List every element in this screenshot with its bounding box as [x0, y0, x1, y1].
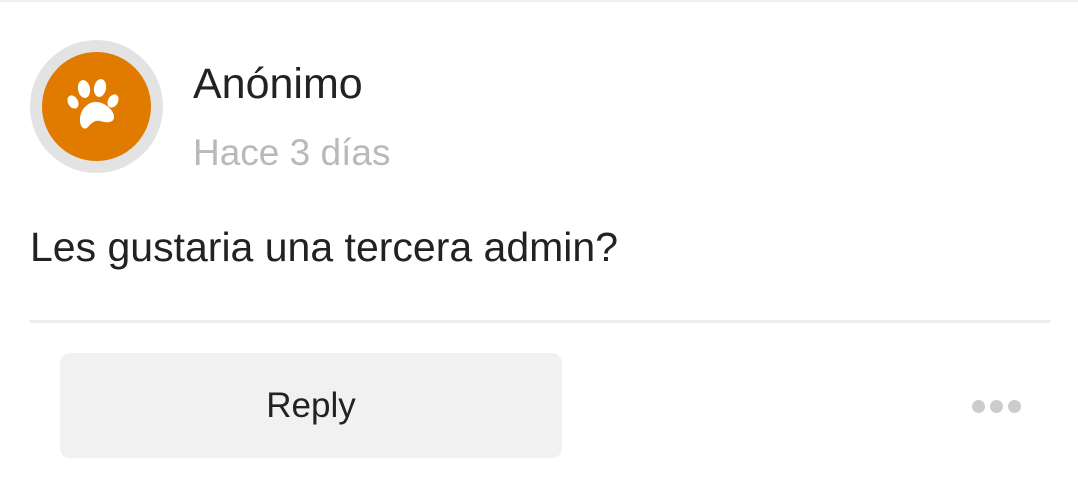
- divider: [30, 320, 1050, 323]
- comment-timestamp: Hace 3 días: [193, 132, 391, 173]
- reply-button[interactable]: Reply: [60, 353, 562, 458]
- paw-icon: [67, 79, 119, 129]
- more-horizontal-icon: [1007, 399, 1021, 413]
- reply-button-label: Reply: [266, 385, 356, 425]
- avatar-circle: [42, 52, 151, 161]
- comment-card: Anónimo Hace 3 días Les gustaria una ter…: [0, 0, 1078, 484]
- author-name[interactable]: Anónimo: [193, 59, 363, 109]
- more-horizontal-icon: [971, 399, 985, 413]
- more-options-button[interactable]: [962, 388, 1030, 424]
- avatar[interactable]: [30, 40, 163, 173]
- more-horizontal-icon: [989, 399, 1003, 413]
- comment-text: Les gustaria una tercera admin?: [30, 224, 619, 270]
